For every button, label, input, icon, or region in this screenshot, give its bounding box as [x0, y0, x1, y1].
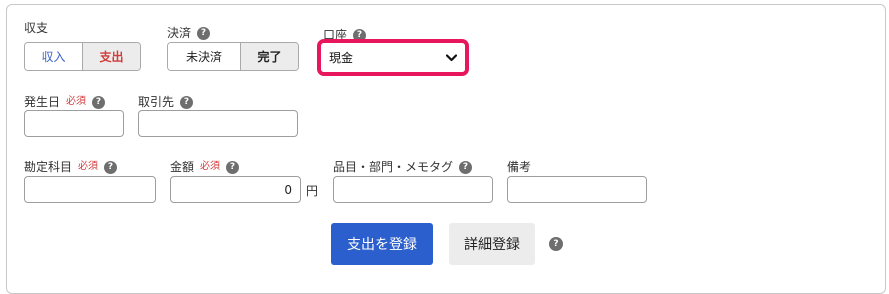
question-circle-icon[interactable]: ?: [549, 237, 563, 251]
settlement-label: 決済 ?: [167, 25, 211, 41]
chevron-down-icon: [446, 53, 457, 61]
question-circle-icon[interactable]: ?: [197, 26, 211, 40]
date-label: 発生日 必須 ?: [24, 94, 106, 110]
detail-register-button[interactable]: 詳細登録: [449, 223, 535, 265]
settled-option[interactable]: 完了: [239, 43, 298, 70]
register-expense-button[interactable]: 支出を登録: [331, 223, 433, 265]
date-input[interactable]: [24, 110, 124, 137]
type-toggle: 収入 支出: [24, 42, 141, 71]
required-badge: 必須: [78, 161, 99, 172]
item-label: 品目・部門・メモタグ ?: [333, 159, 473, 175]
partner-label: 取引先 ?: [138, 94, 194, 110]
category-label: 勘定科目 必須 ?: [24, 159, 118, 175]
question-circle-icon[interactable]: ?: [92, 95, 106, 109]
required-badge: 必須: [200, 161, 221, 172]
question-circle-icon[interactable]: ?: [226, 160, 240, 174]
category-input[interactable]: [24, 176, 156, 203]
account-select-value: 現金: [329, 51, 354, 65]
partner-input[interactable]: [138, 110, 298, 137]
question-circle-icon[interactable]: ?: [180, 95, 194, 109]
expense-option[interactable]: 支出: [82, 43, 140, 70]
required-badge: 必須: [66, 96, 87, 107]
amount-input[interactable]: 0: [170, 176, 301, 203]
unsettled-option[interactable]: 未決済: [168, 43, 240, 70]
note-input[interactable]: [507, 176, 647, 203]
amount-value: 0: [284, 183, 292, 197]
question-circle-icon[interactable]: ?: [104, 160, 118, 174]
type-label: 収支: [24, 21, 49, 35]
question-circle-icon[interactable]: ?: [459, 160, 473, 174]
note-label: 備考: [507, 160, 532, 174]
item-input[interactable]: [333, 176, 493, 203]
settlement-toggle: 未決済 完了: [167, 42, 299, 71]
amount-label: 金額 必須 ?: [170, 159, 240, 175]
account-select[interactable]: 現金: [321, 43, 465, 72]
income-option[interactable]: 収入: [25, 43, 82, 70]
amount-unit: 円: [306, 184, 319, 198]
